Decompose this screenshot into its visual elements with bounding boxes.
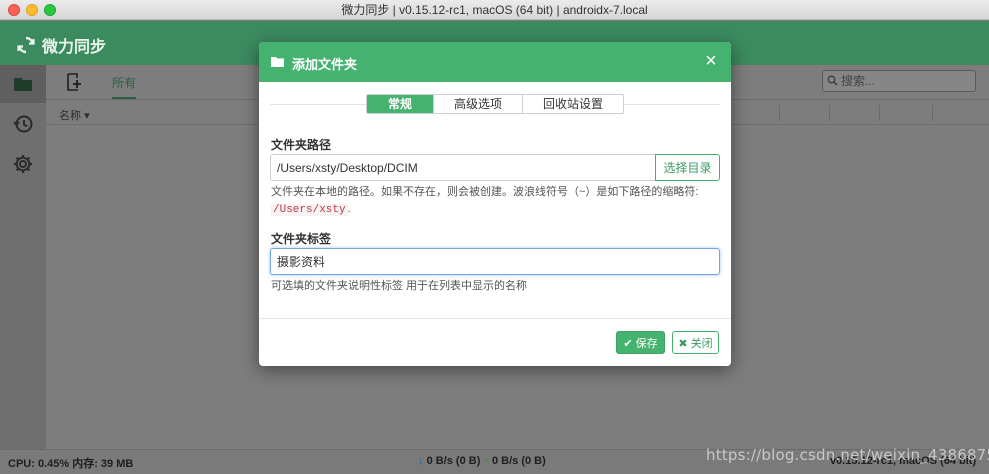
tab-trash-settings[interactable]: 回收站设置 (523, 95, 623, 113)
cpu-memory-status: CPU: 0.45% 内存: 39 MB (8, 458, 134, 470)
dialog-header: 添加文件夹 × (259, 42, 731, 82)
folder-path-input[interactable] (270, 154, 655, 181)
dialog-footer-divider (259, 318, 731, 319)
check-icon: ✔ (623, 337, 633, 350)
sidebar-item-history[interactable] (0, 105, 46, 143)
download-arrow-icon: ↓ (418, 455, 424, 467)
add-folder-icon[interactable] (64, 71, 86, 93)
sidebar-item-folders[interactable] (0, 65, 46, 103)
x-icon: ✖ (678, 337, 688, 350)
folder-icon (271, 57, 284, 67)
close-button[interactable]: ✖ 关闭 (672, 331, 719, 354)
folder-path-label: 文件夹路径 (271, 138, 332, 152)
download-rate: 0 B/s (0 B) (426, 455, 481, 467)
tab-all[interactable]: 所有 (112, 74, 137, 99)
folder-icon (14, 78, 32, 91)
brand[interactable]: 微力同步 (16, 33, 106, 57)
search-icon (827, 75, 838, 86)
sync-logo-icon (17, 36, 35, 54)
search-input[interactable]: 搜索... (822, 70, 976, 92)
folder-label-label: 文件夹标签 (271, 232, 332, 246)
tab-general[interactable]: 常规 (367, 95, 434, 113)
dialog-tabs: 常规 高级选项 回收站设置 (366, 94, 624, 114)
divider (623, 104, 720, 105)
sidebar (0, 65, 46, 449)
folder-path-help-text: 文件夹在本地的路径。如果不存在，则会被创建。波浪线符号（~）是如下路径的缩略符: (271, 186, 699, 198)
column-name-header[interactable]: 名称 ▾ (59, 107, 90, 123)
folder-label-input[interactable] (270, 248, 720, 275)
folder-label-help: 可选填的文件夹说明性标签 用于在列表中显示的名称 (271, 280, 528, 292)
column-divider (932, 105, 933, 121)
save-label: 保存 (635, 337, 658, 350)
search-placeholder: 搜索... (841, 74, 876, 88)
column-divider (879, 105, 880, 121)
column-name-label: 名称 (59, 110, 81, 122)
upload-rate: 0 B/s (0 B) (491, 455, 546, 467)
tab-advanced[interactable]: 高级选项 (434, 95, 523, 113)
close-icon[interactable]: × (701, 51, 721, 71)
add-folder-dialog: 添加文件夹 × 常规 高级选项 回收站设置 文件夹路径 选择目录 文件夹在本地的… (259, 42, 731, 366)
history-icon (13, 115, 33, 133)
watermark: https://blog.csdn.net/weixin_43868754 (706, 446, 989, 464)
folder-path-help: 文件夹在本地的路径。如果不存在，则会被创建。波浪线符号（~）是如下路径的缩略符:… (271, 184, 721, 219)
minimize-window-button[interactable] (26, 4, 38, 16)
folder-path-group: 选择目录 (270, 154, 720, 181)
sidebar-item-settings[interactable] (0, 145, 46, 183)
close-window-button[interactable] (8, 4, 20, 16)
save-button[interactable]: ✔ 保存 (616, 331, 665, 354)
zoom-window-button[interactable] (44, 4, 56, 16)
column-divider (829, 105, 830, 121)
window-title: 微力同步 | v0.15.12-rc1, macOS (64 bit) | an… (341, 3, 648, 17)
transfer-rate: ↓ 0 B/s (0 B) ↑ 0 B/s (0 B) (418, 455, 546, 467)
gear-icon (14, 155, 32, 173)
brand-name: 微力同步 (42, 39, 107, 56)
divider (270, 104, 366, 105)
window-titlebar: 微力同步 | v0.15.12-rc1, macOS (64 bit) | an… (0, 0, 989, 20)
close-label: 关闭 (690, 337, 713, 350)
sort-caret-icon: ▾ (84, 110, 90, 122)
dialog-title: 添加文件夹 (292, 57, 358, 72)
column-divider (779, 105, 780, 121)
upload-arrow-icon: ↑ (483, 455, 489, 467)
choose-directory-button[interactable]: 选择目录 (655, 154, 720, 181)
home-path-code: /Users/xsty (271, 204, 348, 216)
folder-path-help-end: . (347, 203, 351, 215)
